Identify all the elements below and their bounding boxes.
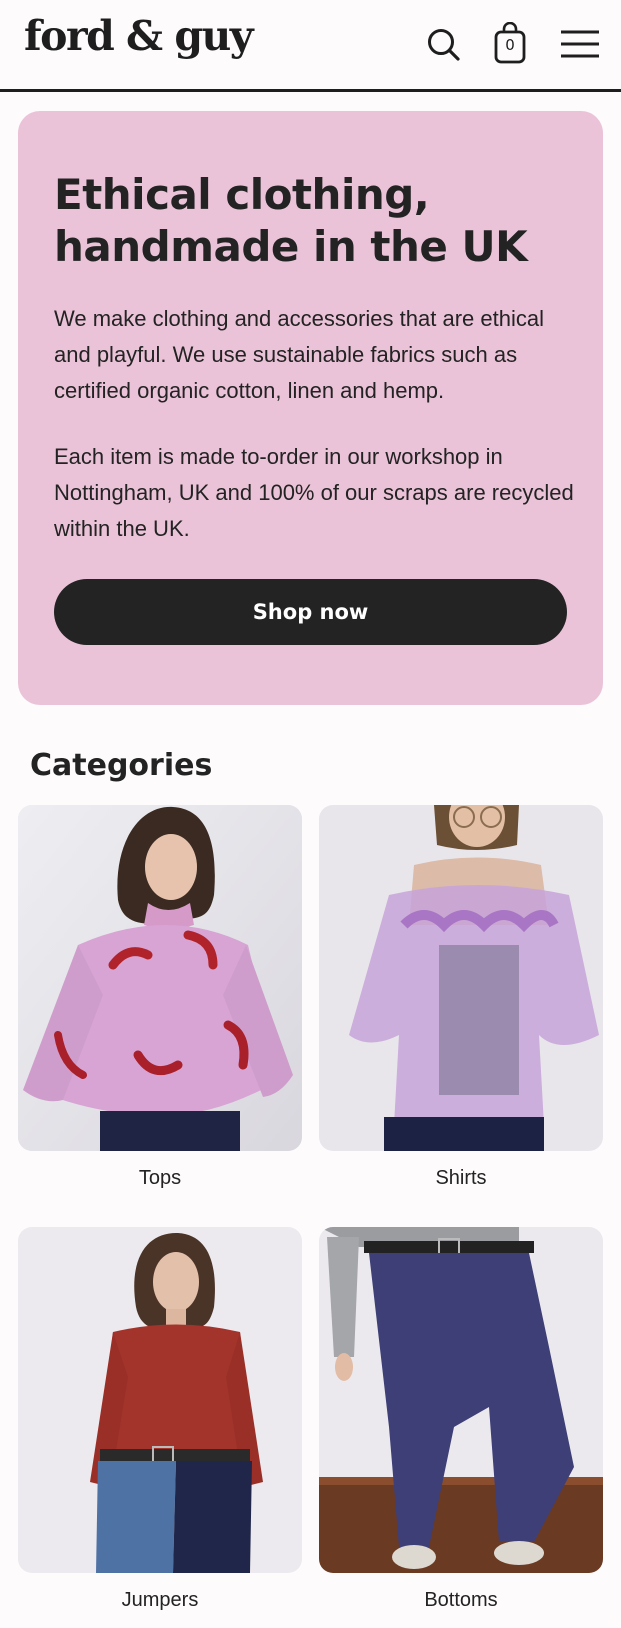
site-logo[interactable]: ford & guy [24,12,254,60]
hero-paragraph-2: Each item is made to-order in our worksh… [54,444,574,541]
category-label[interactable]: Tops [18,1167,302,1190]
hero-paragraph-1: We make clothing and accessories that ar… [54,306,544,403]
shirts-image[interactable] [319,805,603,1151]
hamburger-menu-icon[interactable] [558,24,602,64]
category-card-jumpers[interactable]: Jumpers [18,1227,302,1611]
category-label[interactable]: Shirts [319,1167,603,1190]
cart-count: 0 [505,36,515,54]
category-card-tops[interactable]: Tops [18,805,302,1189]
hero-banner: Ethical clothing, handmade in the UK We … [18,111,603,705]
category-label[interactable]: Bottoms [319,1589,603,1612]
categories-heading: Categories [30,748,213,783]
category-card-bottoms[interactable]: Bottoms [319,1227,603,1611]
tops-image[interactable] [18,805,302,1151]
hero-title: Ethical clothing, handmade in the UK [54,170,528,271]
category-card-shirts[interactable]: Shirts [319,805,603,1189]
bottoms-image[interactable] [319,1227,603,1573]
cart-button[interactable]: 0 [490,21,530,66]
category-label[interactable]: Jumpers [18,1589,302,1612]
search-icon[interactable] [424,24,464,64]
jumpers-image[interactable] [18,1227,302,1573]
shop-now-button[interactable]: Shop now [54,579,567,645]
site-header: ford & guy 0 [0,0,621,92]
